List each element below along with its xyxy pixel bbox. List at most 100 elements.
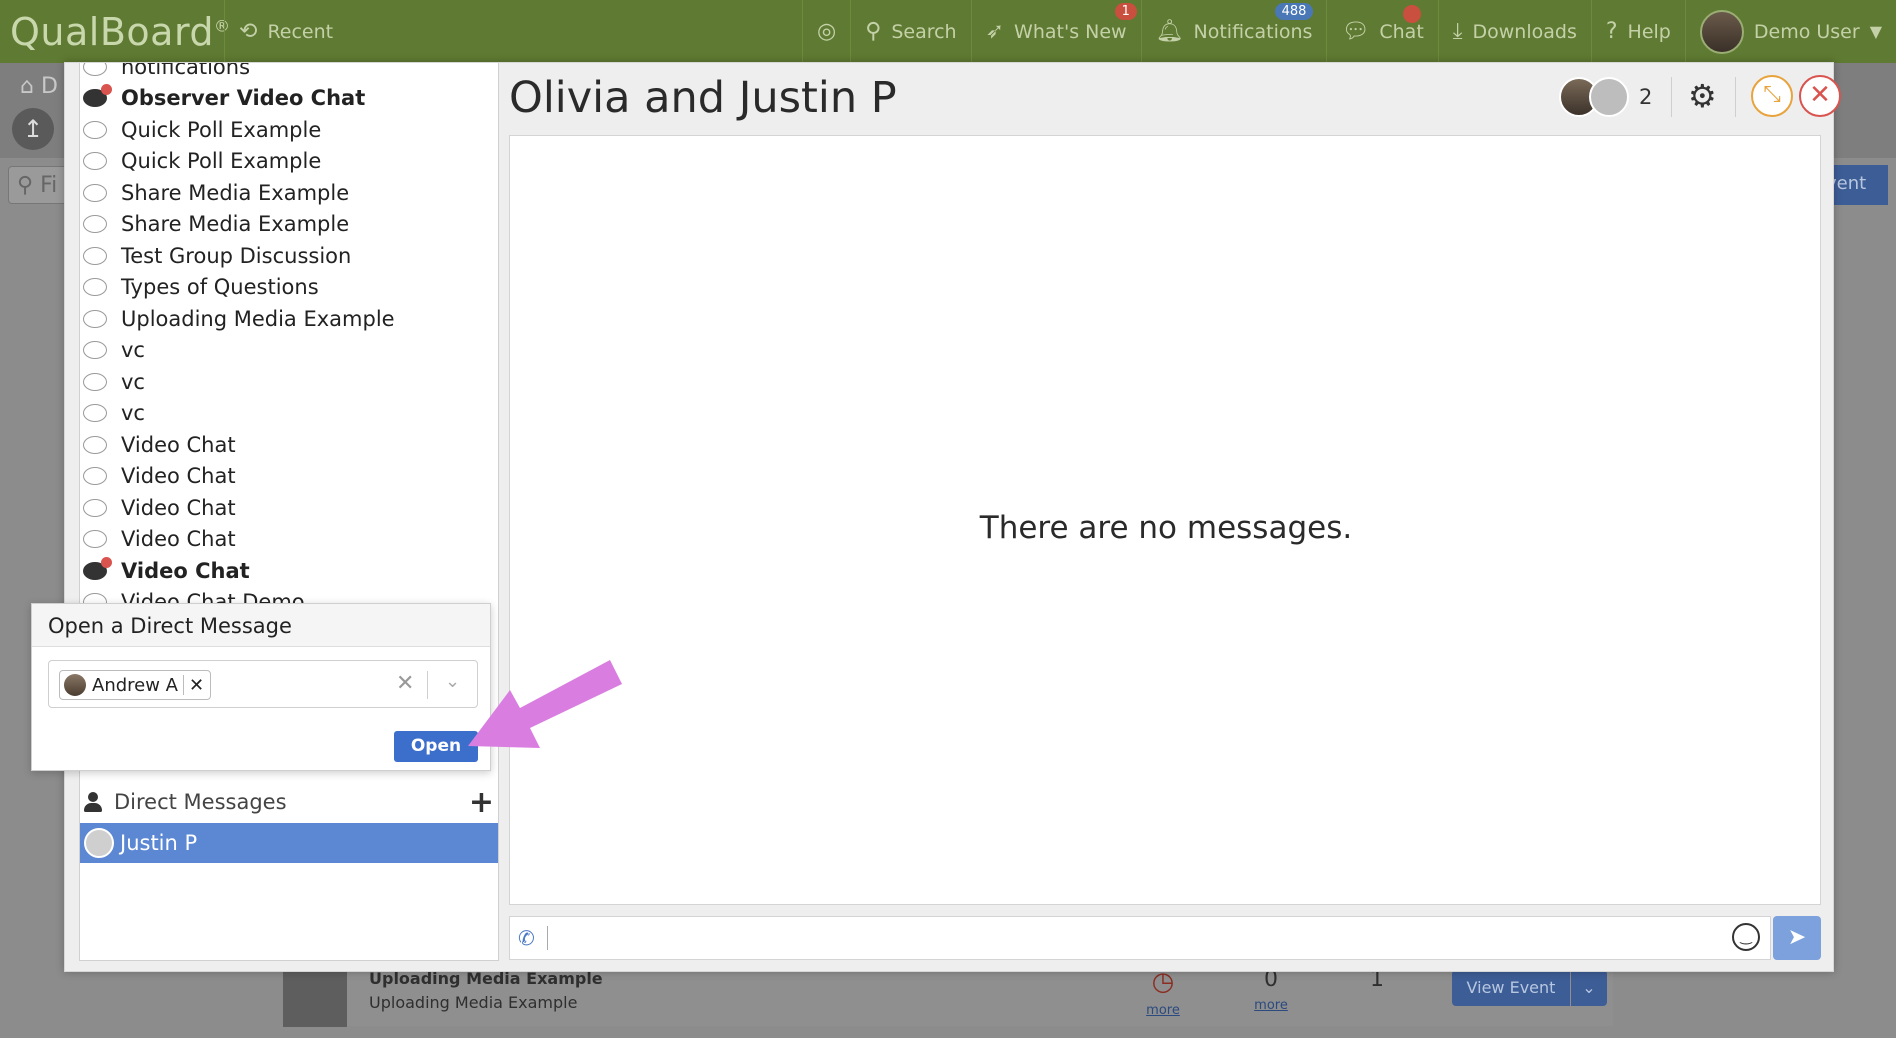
collapse-button[interactable]: ⤡ bbox=[1751, 75, 1793, 117]
chat-room-item[interactable]: Share Media Example bbox=[80, 209, 490, 240]
chat-room-item[interactable]: vc bbox=[80, 366, 490, 397]
top-navigation-bar: QualBoard® ⟲ Recent ◎ ⚲ Search ➶ What's New… bbox=[0, 0, 1896, 63]
chat-room-label: notifications bbox=[121, 63, 251, 79]
chat-title: Olivia and Justin P bbox=[509, 73, 897, 123]
chevron-down-icon[interactable]: ⌄ bbox=[445, 671, 460, 692]
notifications-badge: 488 bbox=[1274, 3, 1314, 20]
avatar bbox=[64, 674, 86, 696]
fingerprint-button[interactable]: ◎ bbox=[802, 0, 850, 63]
chat-bubble-icon bbox=[83, 309, 107, 328]
person-icon bbox=[84, 792, 102, 812]
gear-icon[interactable]: ⚙ bbox=[1688, 77, 1717, 115]
chat-room-item[interactable]: Quick Poll Example bbox=[80, 146, 490, 177]
direct-messages-title: Direct Messages bbox=[114, 790, 287, 814]
phone-icon[interactable]: ✆ bbox=[518, 926, 535, 950]
selected-user-name: Andrew A bbox=[92, 674, 178, 696]
close-button[interactable]: ✕ bbox=[1799, 75, 1841, 117]
chat-room-item[interactable]: vc bbox=[80, 335, 490, 366]
chat-room-item[interactable]: Video Chat bbox=[80, 492, 490, 523]
empty-messages-text: There are no messages. bbox=[979, 510, 1353, 546]
chat-bubble-icon bbox=[83, 278, 107, 296]
chat-room-item[interactable]: Observer Video Chat bbox=[80, 83, 490, 114]
message-input[interactable]: ✆ ‿ bbox=[509, 916, 1771, 960]
chat-button[interactable]: 💬︎ Chat bbox=[1326, 0, 1437, 63]
filter-input[interactable]: ⚲ Fi bbox=[8, 166, 68, 204]
fingerprint-icon: ◎ bbox=[817, 19, 837, 44]
collapse-icon: ⤡ bbox=[1763, 82, 1781, 107]
chat-room-label: Share Media Example bbox=[121, 180, 350, 205]
home-icon: ⌂ bbox=[20, 74, 34, 99]
chat-room-label: Video Chat Demo bbox=[121, 590, 305, 603]
chevron-down-icon: ⌄ bbox=[1582, 978, 1596, 997]
recent-button[interactable]: ⟲ Recent bbox=[224, 0, 347, 63]
user-menu[interactable]: Demo User ▼ bbox=[1684, 0, 1896, 63]
chat-room-item[interactable]: Video Chat bbox=[80, 461, 490, 492]
close-icon: ✕ bbox=[1809, 80, 1831, 110]
event-stat-more-link[interactable]: more bbox=[1133, 1003, 1193, 1018]
send-button[interactable]: ➤ bbox=[1773, 916, 1821, 960]
whats-new-button[interactable]: ➶ What's New 1 bbox=[970, 0, 1141, 63]
message-area: There are no messages. bbox=[509, 135, 1821, 905]
chat-bubble-icon bbox=[83, 593, 107, 603]
chat-bubble-icon bbox=[83, 84, 112, 107]
history-icon: ⟲ bbox=[239, 19, 258, 44]
text-caret bbox=[547, 926, 548, 950]
chat-room-label: Video Chat bbox=[121, 558, 250, 583]
participants-button[interactable]: 2 bbox=[1559, 77, 1652, 117]
chat-room-label: Uploading Media Example bbox=[121, 306, 395, 331]
chevron-down-icon: ▼ bbox=[1869, 22, 1882, 41]
chat-room-label: Types of Questions bbox=[121, 275, 319, 299]
direct-message-item[interactable]: Justin P bbox=[80, 823, 498, 863]
direct-messages-header: Direct Messages + bbox=[80, 781, 498, 823]
chat-room-label: Share Media Example bbox=[121, 212, 350, 236]
downloads-button[interactable]: ⤓ Downloads bbox=[1437, 0, 1591, 63]
event-stat-more-link[interactable]: more bbox=[1241, 998, 1301, 1013]
chat-room-item[interactable]: notifications bbox=[80, 63, 490, 82]
chat-bubble-icon bbox=[83, 183, 107, 202]
clear-selection-icon[interactable]: ✕ bbox=[396, 671, 414, 696]
chat-room-item[interactable]: Quick Poll Example bbox=[80, 114, 490, 145]
open-button[interactable]: Open bbox=[394, 731, 478, 762]
chat-room-item[interactable]: Video Chat bbox=[80, 524, 490, 555]
chat-bubble-icon bbox=[83, 435, 107, 454]
chat-modal: notifications Observer Video Chat Quick Po… bbox=[64, 62, 1841, 972]
remove-user-icon[interactable]: ✕ bbox=[189, 675, 204, 696]
breadcrumb[interactable]: ⌂ D bbox=[20, 74, 58, 99]
avatar bbox=[1589, 77, 1629, 117]
chat-room-label: vc bbox=[121, 401, 145, 425]
add-direct-message-button[interactable]: + bbox=[469, 785, 494, 820]
search-icon: ⚲ bbox=[865, 19, 882, 44]
help-button[interactable]: ? Help bbox=[1590, 0, 1685, 63]
user-select[interactable]: Andrew A ✕ ✕ ⌄ bbox=[48, 660, 478, 708]
chat-bubble-icon bbox=[83, 530, 107, 548]
emoji-icon[interactable]: ‿ bbox=[1732, 923, 1760, 951]
direct-message-name: Justin P bbox=[120, 831, 198, 855]
view-event-dropdown[interactable]: ⌄ bbox=[1571, 970, 1607, 1006]
participant-count: 2 bbox=[1639, 85, 1653, 109]
bell-icon: 🔔︎ bbox=[1155, 19, 1184, 44]
chat-room-item[interactable]: Uploading Media Example bbox=[80, 303, 490, 334]
avatar bbox=[84, 828, 114, 858]
whats-new-badge: 1 bbox=[1114, 3, 1137, 20]
view-event-button[interactable]: View Event bbox=[1452, 970, 1570, 1006]
chat-room-item[interactable]: vc bbox=[80, 398, 490, 429]
chat-room-item[interactable]: Video Chat bbox=[80, 555, 490, 586]
search-button[interactable]: ⚲ Search bbox=[850, 0, 970, 63]
chat-room-item[interactable]: Types of Questions bbox=[80, 272, 490, 303]
unread-dot bbox=[101, 84, 112, 95]
rocket-icon: ➶ bbox=[985, 19, 1005, 44]
chat-room-label: Quick Poll Example bbox=[121, 117, 322, 142]
chat-room-item[interactable]: Video Chat Demo bbox=[80, 587, 490, 603]
notifications-button[interactable]: 🔔︎ Notifications 488 bbox=[1140, 0, 1327, 63]
chat-room-label: Quick Poll Example bbox=[121, 149, 322, 173]
chat-room-list[interactable]: notifications Observer Video Chat Quick Po… bbox=[80, 63, 498, 603]
chat-room-label: Video Chat bbox=[121, 432, 236, 457]
chat-room-item[interactable]: Share Media Example bbox=[80, 177, 490, 208]
divider bbox=[1735, 77, 1736, 117]
qualboard-logo[interactable]: QualBoard® bbox=[0, 10, 230, 54]
chat-room-item[interactable]: Test Group Discussion bbox=[80, 240, 490, 271]
chat-bubble-icon bbox=[83, 246, 107, 265]
upload-icon[interactable]: ↥ bbox=[12, 108, 54, 150]
chat-bubble-icon bbox=[83, 467, 107, 485]
chat-room-item[interactable]: Video Chat bbox=[80, 429, 490, 460]
